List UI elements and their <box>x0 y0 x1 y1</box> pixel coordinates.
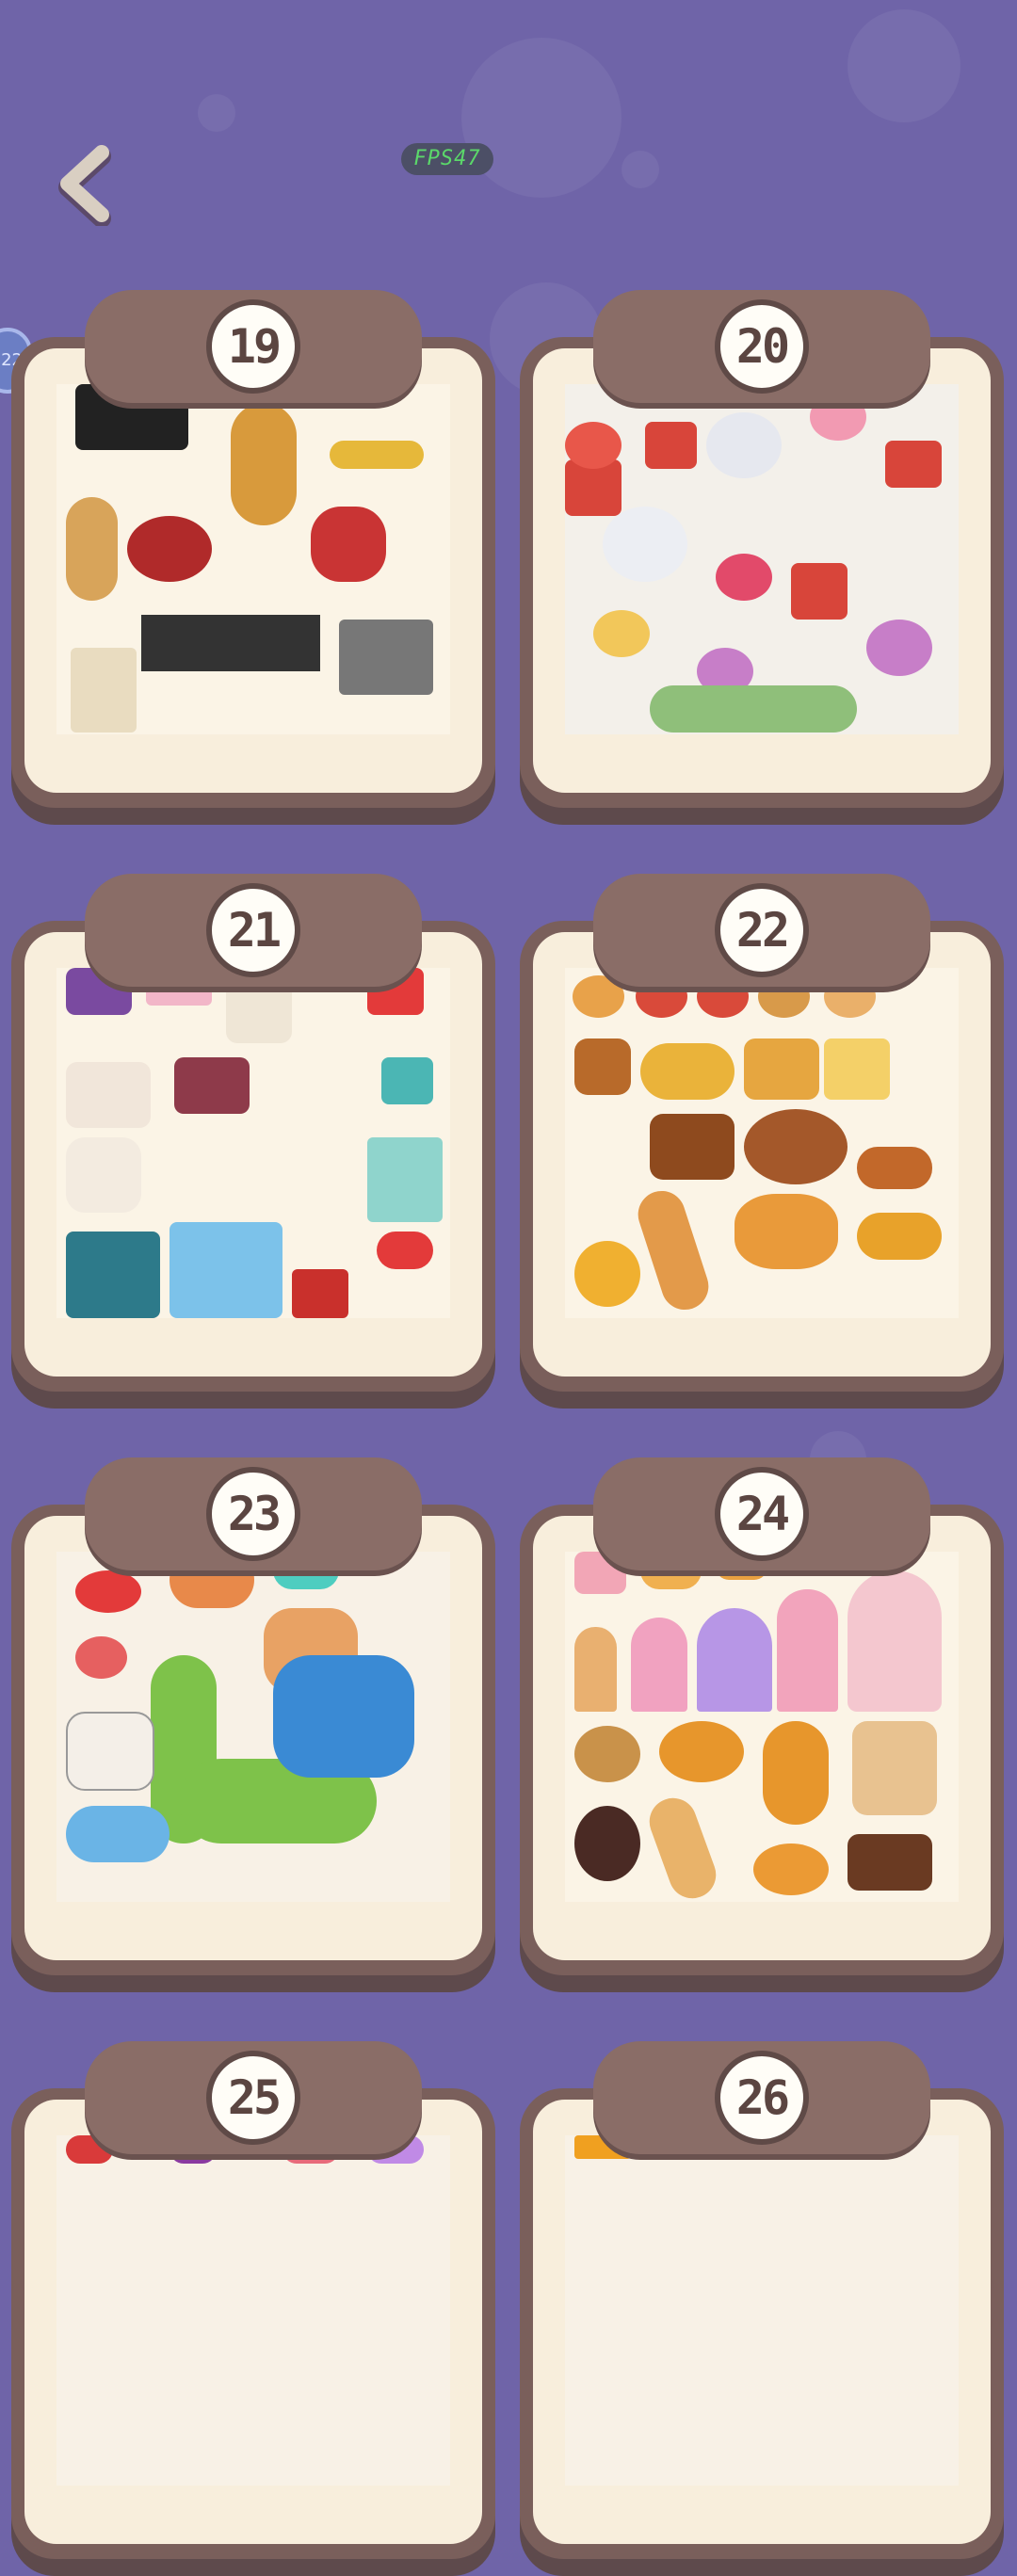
level-thumbnail <box>565 384 959 734</box>
level-number-badge: 19 <box>206 299 300 394</box>
level-number-badge: 23 <box>206 1467 300 1561</box>
loaf-image <box>650 1114 734 1180</box>
level-number-badge: 26 <box>715 2051 809 2145</box>
flower-image <box>565 422 622 469</box>
skirt-image <box>367 1137 443 1222</box>
chevron-left-icon <box>58 145 111 228</box>
ice-cream-image <box>777 1589 838 1712</box>
flower-image <box>706 412 782 478</box>
level-number-badge: 20 <box>715 299 809 394</box>
bg-bubble <box>461 38 622 198</box>
baguette-image <box>642 1791 723 1902</box>
level-number-badge: 25 <box>206 2051 300 2145</box>
drumkit-image <box>311 507 386 582</box>
level-thumbnail <box>56 384 450 734</box>
flower-image <box>866 620 932 676</box>
leaf-image <box>650 685 857 733</box>
level-thumbnail <box>56 968 450 1318</box>
guitar-image <box>231 403 297 525</box>
level-thumbnail <box>56 1552 450 1902</box>
hat-image <box>377 1232 433 1269</box>
jacket-image <box>170 1222 282 1318</box>
level-number-badge: 22 <box>715 883 809 977</box>
flower-pot-image <box>645 422 697 469</box>
socks-image <box>292 1269 348 1318</box>
dinosaur-image <box>273 1655 414 1778</box>
back-button[interactable] <box>47 141 122 228</box>
flower-pot-image <box>791 563 848 620</box>
level-number-badge: 24 <box>715 1467 809 1561</box>
level-card-24[interactable]: 24 <box>520 1457 1004 1992</box>
toast-image <box>852 1721 937 1815</box>
level-card-25[interactable]: 25 <box>11 2041 495 2576</box>
bag-image <box>174 1057 250 1114</box>
bag-image <box>226 977 292 1043</box>
fish-image <box>75 1636 127 1679</box>
flower-bread-image <box>734 1194 838 1269</box>
keyboard-image <box>141 615 320 671</box>
ice-cream-image <box>574 1627 617 1712</box>
level-thumbnail <box>565 1552 959 1902</box>
drum-image <box>127 516 212 582</box>
level-card-21[interactable]: 21 <box>11 874 495 1409</box>
cake-image <box>848 1834 932 1891</box>
bg-bubble <box>198 94 235 132</box>
cheese-bread-image <box>824 1038 890 1100</box>
pastry-image <box>574 1241 640 1307</box>
level-thumbnail <box>56 2135 450 2486</box>
flower-pot-image <box>885 441 942 488</box>
ice-cream-image <box>848 1570 942 1712</box>
croissant-image <box>659 1721 744 1782</box>
bread-image <box>574 1038 631 1095</box>
jacket-image <box>66 1232 160 1318</box>
trumpet-image <box>330 441 424 469</box>
bun-image <box>857 1147 932 1189</box>
ring-bread-image <box>744 1109 848 1184</box>
bg-bubble <box>622 151 659 188</box>
ice-cream-image <box>631 1618 687 1712</box>
croissant-image <box>753 1843 829 1895</box>
bag-image <box>66 1137 141 1213</box>
speaker-image <box>71 648 137 733</box>
croissant-image <box>763 1721 829 1825</box>
level-card-26[interactable]: 26 <box>520 2041 1004 2576</box>
bread-image <box>744 1038 819 1100</box>
flower-image <box>716 554 772 601</box>
bag-image <box>66 1062 151 1128</box>
level-card-19[interactable]: 19 <box>11 290 495 825</box>
flower-image <box>603 507 687 582</box>
bread-image <box>573 975 624 1018</box>
cat-image <box>66 1712 154 1791</box>
level-card-23[interactable]: 23 <box>11 1457 495 1992</box>
level-card-20[interactable]: 20 <box>520 290 1004 825</box>
level-card-22[interactable]: 22 <box>520 874 1004 1409</box>
bread-image <box>640 1043 734 1100</box>
level-thumbnail <box>565 968 959 1318</box>
flower-image <box>593 610 650 657</box>
bg-bubble <box>848 9 960 122</box>
fps-counter: FPS47 <box>401 143 493 175</box>
amp-image <box>339 620 433 695</box>
guitar-small-image <box>66 497 118 601</box>
ice-cream-image <box>697 1608 772 1712</box>
level-number-badge: 21 <box>206 883 300 977</box>
dolphin-image <box>66 1806 170 1862</box>
bag-image <box>381 1057 433 1104</box>
donut-image <box>574 1806 640 1881</box>
fish-image <box>75 1570 141 1613</box>
level-thumbnail <box>565 2135 959 2486</box>
croissant-image <box>574 1726 640 1782</box>
baguette-image <box>632 1184 715 1316</box>
bread-image <box>857 1213 942 1260</box>
